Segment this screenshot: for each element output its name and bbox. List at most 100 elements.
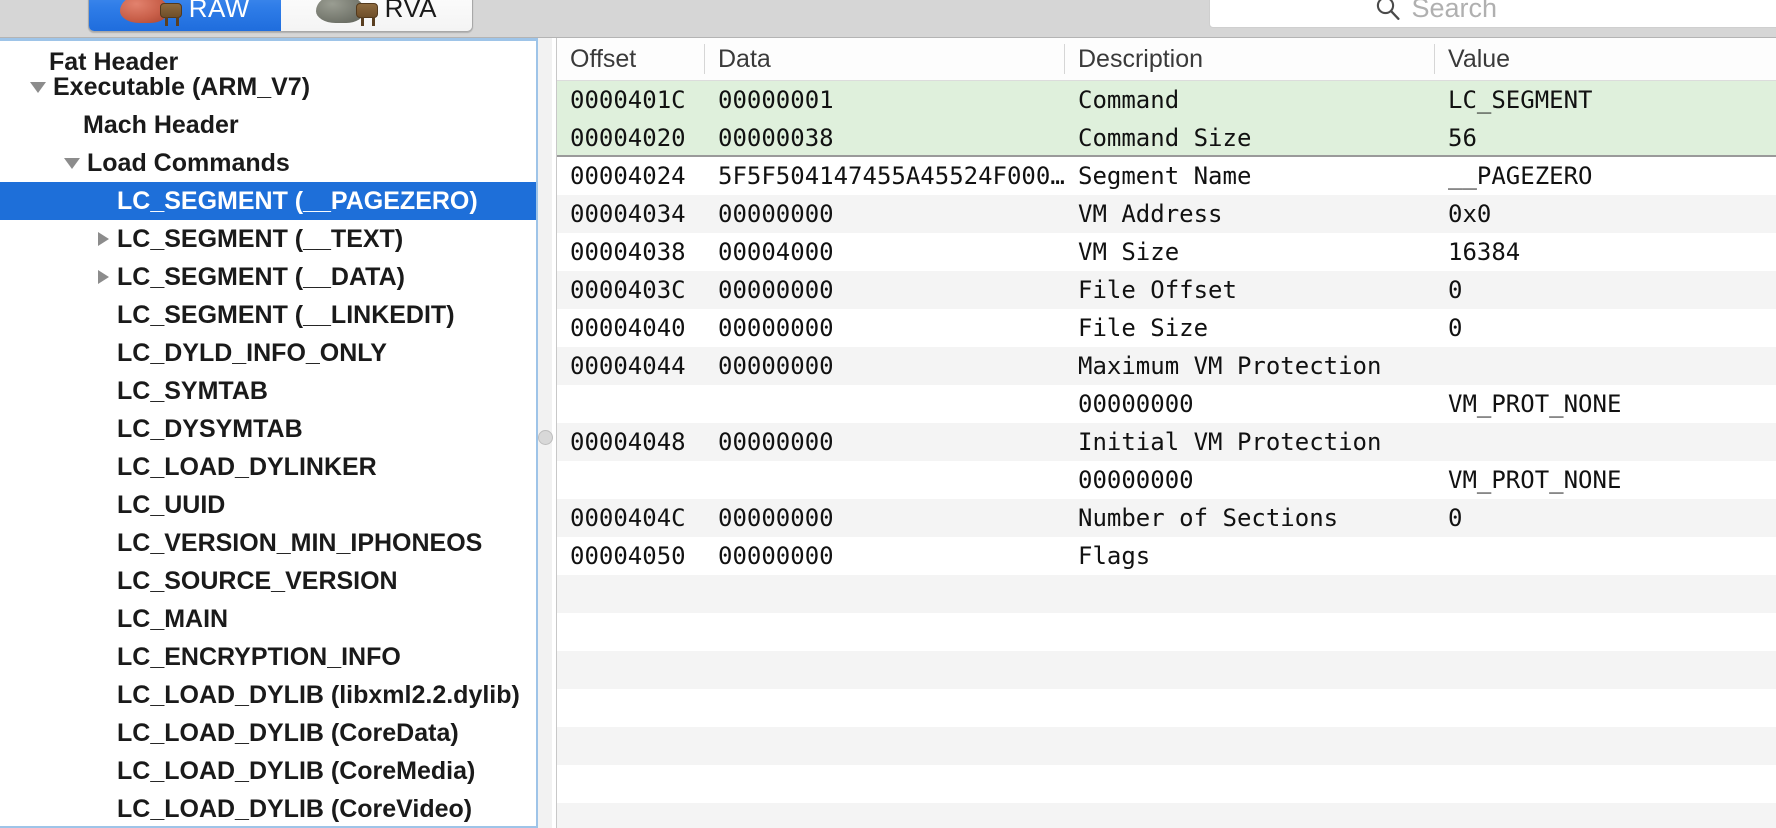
- cell-offset: 00004048: [570, 428, 686, 456]
- cell-description: Flags: [1078, 542, 1151, 570]
- tree-item-label: LC_SEGMENT (__PAGEZERO): [117, 186, 478, 215]
- splitter-grip-handle[interactable]: [538, 430, 553, 445]
- table-row[interactable]: [557, 689, 1776, 727]
- table-row[interactable]: 00004024 5F5F504147455A45524F000… Segment …: [557, 157, 1776, 195]
- segment-raw-button[interactable]: RAW: [89, 0, 281, 31]
- table-row[interactable]: [557, 651, 1776, 689]
- tree-item-label: LC_SEGMENT (__DATA): [117, 262, 405, 291]
- table-row[interactable]: 0000401C 00000001 Command LC_SEGMENT: [557, 81, 1776, 119]
- tree-item-lc-encryption-info[interactable]: LC_ENCRYPTION_INFO: [0, 638, 536, 676]
- cell-description: File Size: [1078, 314, 1209, 342]
- segment-label: RVA: [384, 0, 437, 23]
- tree-item-label: Executable (ARM_V7): [53, 72, 311, 101]
- hippo-red-icon: [119, 0, 182, 26]
- cell-description: VM Size: [1078, 238, 1180, 266]
- tree-item-lc-segment-linkedit[interactable]: LC_SEGMENT (__LINKEDIT): [0, 296, 536, 334]
- column-header-offset[interactable]: Offset: [557, 44, 705, 74]
- tree-item-lc-source-version[interactable]: LC_SOURCE_VERSION: [0, 562, 536, 600]
- cell-data: 00000000: [718, 352, 834, 380]
- structure-tree-sidebar[interactable]: Fat Header Executable (ARM_V7) Mach Header…: [0, 38, 538, 828]
- tree-item-label: LC_LOAD_DYLIB (libxml2.2.dylib): [117, 680, 520, 709]
- cell-description: Number of Sections: [1078, 504, 1339, 532]
- cell-offset: 00004020: [570, 124, 686, 152]
- table-row[interactable]: 00000000 VM_PROT_NONE: [557, 461, 1776, 499]
- tree-item-lc-main[interactable]: LC_MAIN: [0, 600, 536, 638]
- segment-rva-button[interactable]: RVA: [280, 0, 472, 31]
- cell-offset: 00004034: [570, 200, 686, 228]
- table-row[interactable]: 00004020 00000038 Command Size 56: [557, 119, 1776, 157]
- tree-item-lc-load-dylib-coredata[interactable]: LC_LOAD_DYLIB (CoreData): [0, 714, 536, 752]
- tree-item-label: LC_SYMTAB: [117, 376, 268, 405]
- pane-splitter[interactable]: [538, 38, 553, 828]
- cell-data: 00004000: [718, 238, 834, 266]
- tree-item-lc-dyld-info-only[interactable]: LC_DYLD_INFO_ONLY: [0, 334, 536, 372]
- cell-description: Command: [1078, 86, 1180, 114]
- tree-item-lc-segment-pagezero[interactable]: LC_SEGMENT (__PAGEZERO): [0, 182, 536, 220]
- chevron-right-icon[interactable]: [98, 232, 109, 246]
- cell-data: 00000000: [718, 504, 834, 532]
- chevron-right-icon[interactable]: [98, 270, 109, 284]
- tree-item-label: LC_MAIN: [117, 604, 229, 633]
- table-row[interactable]: 00004040 00000000 File Size 0: [557, 309, 1776, 347]
- table-row[interactable]: 00004034 00000000 VM Address 0x0: [557, 195, 1776, 233]
- table-row[interactable]: 00004048 00000000 Initial VM Protection: [557, 423, 1776, 461]
- column-header-data[interactable]: Data: [705, 44, 1065, 74]
- search-field[interactable]: Search: [1209, 0, 1776, 28]
- segment-label: RAW: [188, 0, 250, 23]
- table-row[interactable]: 00004050 00000000 Flags: [557, 537, 1776, 575]
- table-row[interactable]: [557, 727, 1776, 765]
- table-row[interactable]: [557, 765, 1776, 803]
- tree-item-mach-header[interactable]: Mach Header: [0, 106, 536, 144]
- table-row[interactable]: 00004038 00004000 VM Size 16384: [557, 233, 1776, 271]
- cell-value: 0: [1448, 314, 1463, 342]
- cell-value: 0x0: [1448, 200, 1492, 228]
- cell-description: Initial VM Protection: [1078, 428, 1382, 456]
- cell-value: VM_PROT_NONE: [1448, 466, 1622, 494]
- table-row[interactable]: 0000404C 00000000 Number of Sections 0: [557, 499, 1776, 537]
- table-row[interactable]: [557, 613, 1776, 651]
- tree-item-executable-arm-v7[interactable]: Executable (ARM_V7): [0, 68, 536, 106]
- tree-item-label: LC_LOAD_DYLIB (CoreVideo): [117, 794, 473, 823]
- tree-item-lc-load-dylib-corevideo[interactable]: LC_LOAD_DYLIB (CoreVideo): [0, 790, 536, 826]
- chevron-down-icon[interactable]: [30, 81, 46, 93]
- tree-item-lc-version-min-iphoneos[interactable]: LC_VERSION_MIN_IPHONEOS: [0, 524, 536, 562]
- tree-item-load-commands[interactable]: Load Commands: [0, 144, 536, 182]
- cell-offset: 00004024: [570, 162, 686, 190]
- cell-data: 00000000: [718, 542, 834, 570]
- tree-item-lc-segment-text[interactable]: LC_SEGMENT (__TEXT): [0, 220, 536, 258]
- cell-description: Command Size: [1078, 124, 1252, 152]
- tree-item-label: LC_LOAD_DYLINKER: [117, 452, 377, 481]
- column-header-value[interactable]: Value: [1435, 44, 1775, 74]
- tree-item-lc-segment-data[interactable]: LC_SEGMENT (__DATA): [0, 258, 536, 296]
- cell-value: 0: [1448, 504, 1463, 532]
- cell-description: VM Address: [1078, 200, 1223, 228]
- column-header-description[interactable]: Description: [1065, 44, 1435, 74]
- chevron-down-icon[interactable]: [64, 157, 80, 169]
- tree-item-label: LC_LOAD_DYLIB (CoreData): [117, 718, 459, 747]
- tree-item-lc-load-dylinker[interactable]: LC_LOAD_DYLINKER: [0, 448, 536, 486]
- table-row[interactable]: 00000000 VM_PROT_NONE: [557, 385, 1776, 423]
- table-body[interactable]: 0000401C 00000001 Command LC_SEGMENT 0000402…: [557, 81, 1776, 828]
- table-header-row: Offset Data Description Value: [557, 38, 1776, 81]
- search-icon: [1375, 0, 1401, 21]
- toolbar: RAW RVA Search: [0, 0, 1776, 38]
- table-row[interactable]: [557, 575, 1776, 613]
- detail-table[interactable]: Offset Data Description Value 0000401C 00000…: [556, 38, 1776, 828]
- cell-value: 16384: [1448, 238, 1521, 266]
- tree-item-lc-load-dylib-coremedia[interactable]: LC_LOAD_DYLIB (CoreMedia): [0, 752, 536, 790]
- tree-item-label: LC_VERSION_MIN_IPHONEOS: [117, 528, 483, 557]
- tree-item-lc-symtab[interactable]: LC_SYMTAB: [0, 372, 536, 410]
- tree-item-fat-header[interactable]: Fat Header: [0, 41, 536, 75]
- tree-item-lc-dysymtab[interactable]: LC_DYSYMTAB: [0, 410, 536, 448]
- table-row[interactable]: 00004044 00000000 Maximum VM Protection: [557, 347, 1776, 385]
- split-view: Fat Header Executable (ARM_V7) Mach Header…: [0, 38, 1776, 828]
- cell-data: 00000000: [718, 276, 834, 304]
- tree-item-label: LC_UUID: [117, 490, 226, 519]
- table-row[interactable]: 0000403C 00000000 File Offset 0: [557, 271, 1776, 309]
- tree-item-label: LC_ENCRYPTION_INFO: [117, 642, 401, 671]
- tree-item-lc-uuid[interactable]: LC_UUID: [0, 486, 536, 524]
- cell-description: Segment Name: [1078, 162, 1252, 190]
- view-mode-segmented-control[interactable]: RAW RVA: [88, 0, 473, 32]
- tree-item-lc-load-dylib-libxml2-2-dylib[interactable]: LC_LOAD_DYLIB (libxml2.2.dylib): [0, 676, 536, 714]
- table-row[interactable]: [557, 803, 1776, 828]
